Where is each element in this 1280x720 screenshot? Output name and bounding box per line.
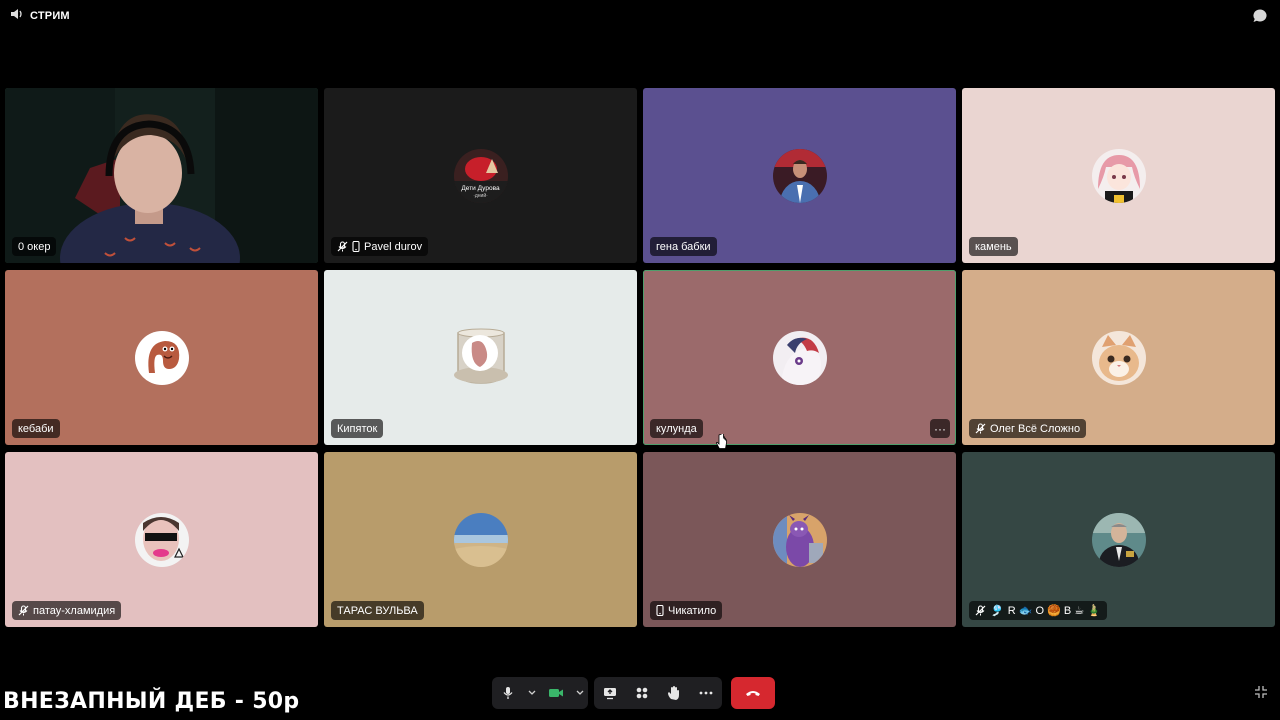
more-options-icon[interactable] <box>690 677 722 709</box>
participant-tile[interactable]: патау-хламидия <box>5 452 318 627</box>
media-controls <box>492 677 588 709</box>
microphone-menu-chevron-icon[interactable] <box>524 677 540 709</box>
participant-avatar <box>772 148 827 203</box>
participant-avatar <box>1091 512 1146 567</box>
participant-name-tag: ТАРАС ВУЛЬВА <box>331 601 424 620</box>
participant-name-tag: 0 окер <box>12 237 57 256</box>
participant-name-tag: гена бабки <box>650 237 717 256</box>
participant-name: патау-хламидия <box>33 604 116 617</box>
participant-name: камень <box>975 240 1012 253</box>
mic-off-icon <box>18 605 29 616</box>
participant-name: ТАРАС ВУЛЬВА <box>337 604 418 617</box>
participant-tile[interactable]: Кипяток <box>324 270 637 445</box>
participant-name: R 🐟 O 🥮 B ☕ 🎍 <box>1007 605 1101 617</box>
camera-menu-chevron-icon[interactable] <box>572 677 588 709</box>
stream-header: СТРИМ <box>10 8 70 23</box>
phone-icon <box>656 605 664 616</box>
participant-tile[interactable]: 0 окер <box>5 88 318 263</box>
participant-avatar <box>134 512 189 567</box>
feature-controls <box>594 677 722 709</box>
participant-avatar <box>134 330 189 385</box>
mic-off-icon <box>975 423 986 434</box>
participant-tile[interactable]: камень <box>962 88 1275 263</box>
mic-off-icon <box>337 241 348 252</box>
participant-name-tag: патау-хламидия <box>12 601 122 620</box>
participant-name-tag: Кипяток <box>331 419 384 438</box>
speaker-icon <box>10 8 24 23</box>
screen-share-button[interactable] <box>594 677 626 709</box>
camera-button[interactable] <box>540 677 572 709</box>
participant-name-tag: Олег Всё Сложно <box>969 419 1087 438</box>
participant-avatar <box>772 512 827 567</box>
end-call-button[interactable] <box>731 677 775 709</box>
avatar-subtext: ·дний· <box>473 192 488 199</box>
participant-tile[interactable]: гена бабки <box>643 88 956 263</box>
mouse-cursor-icon <box>715 432 728 455</box>
phone-icon <box>352 241 360 252</box>
participant-avatar <box>448 325 514 391</box>
participant-name: Чикатило <box>668 604 717 617</box>
participant-name-tag: Pavel durov <box>331 237 429 256</box>
participant-name-tag: кебаби <box>12 419 60 438</box>
participant-name-tag: 🎐 R 🐟 O 🥮 B ☕ 🎍 <box>969 601 1107 620</box>
participant-tile[interactable]: Дети Дурова ·дний· Pavel durov <box>324 88 637 263</box>
overlay-caption: ВНЕЗАПНЫЙ ДЕБ - 50р <box>3 689 300 714</box>
stream-title: СТРИМ <box>30 9 70 22</box>
participant-avatar <box>453 512 508 567</box>
chat-icon[interactable] <box>1252 8 1268 29</box>
participants-grid: 0 окер Дети Дурова ·дний· Pavel durov ге… <box>5 88 1275 628</box>
participant-name: 0 окер <box>18 240 51 253</box>
raise-hand-icon[interactable] <box>658 677 690 709</box>
participant-tile[interactable]: кебаби <box>5 270 318 445</box>
participant-name-tag: кулунда <box>650 419 703 438</box>
participant-name: Олег Всё Сложно <box>990 422 1081 435</box>
participant-tile[interactable]: ТАРАС ВУЛЬВА <box>324 452 637 627</box>
participant-avatar <box>772 330 827 385</box>
participant-tile[interactable]: Чикатило <box>643 452 956 627</box>
participant-name: гена бабки <box>656 240 711 253</box>
layout-grid-icon[interactable] <box>626 677 658 709</box>
microphone-button[interactable] <box>492 677 524 709</box>
participant-name-tag: камень <box>969 237 1018 256</box>
participant-tile[interactable]: 🎐 R 🐟 O 🥮 B ☕ 🎍 <box>962 452 1275 627</box>
participant-name: кебаби <box>18 422 54 435</box>
avatar-text: Дети Дурова <box>461 184 500 192</box>
mic-off-icon <box>975 605 986 616</box>
participant-tile[interactable]: кулунда ··· <box>643 270 956 445</box>
participant-avatar <box>1091 148 1146 203</box>
participant-tile[interactable]: Олег Всё Сложно <box>962 270 1275 445</box>
participant-name: Pavel durov <box>364 240 423 253</box>
participant-name: кулунда <box>656 422 697 435</box>
participant-name-tag: Чикатило <box>650 601 723 620</box>
name-prefix-emoji: 🎐 <box>990 605 1004 617</box>
tile-more-button[interactable]: ··· <box>930 419 950 438</box>
participant-avatar <box>1091 330 1146 385</box>
participant-avatar: Дети Дурова ·дний· <box>453 148 508 203</box>
participant-name: Кипяток <box>337 422 378 435</box>
collapse-fullscreen-icon[interactable] <box>1254 685 1268 704</box>
